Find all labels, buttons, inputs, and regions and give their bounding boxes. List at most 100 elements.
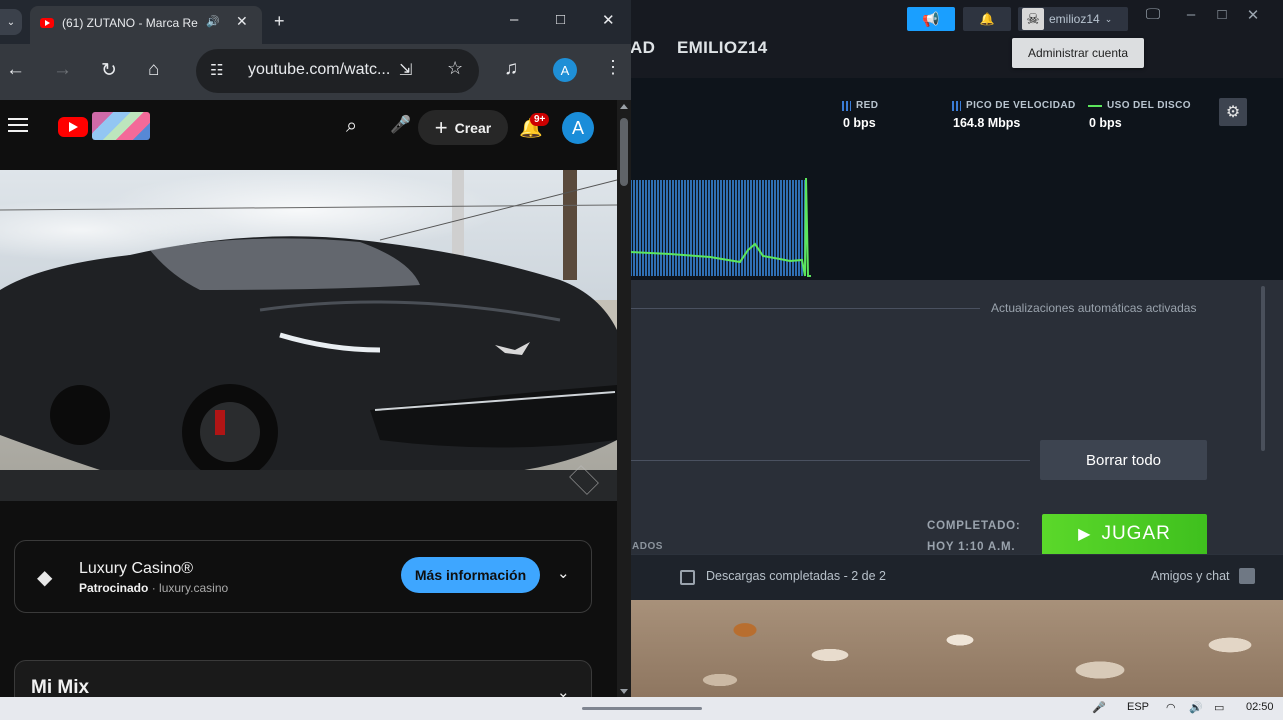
- graph-bar: [795, 180, 797, 276]
- maximize-icon[interactable]: □: [556, 11, 565, 28]
- plus-icon: +: [434, 114, 448, 140]
- more-info-button[interactable]: Más información: [401, 557, 540, 593]
- menu-icon[interactable]: [8, 118, 28, 132]
- chrome-window: ⌄ (61) ZUTANO - Marca Re 🔊 ✕ + – □ ✕ ← →…: [0, 0, 631, 697]
- new-tab-button[interactable]: +: [274, 11, 285, 32]
- maximize-icon[interactable]: □: [1210, 6, 1234, 23]
- mix-title: Mi Mix: [31, 677, 90, 697]
- chevron-down-icon: ⌄: [6, 16, 16, 28]
- graph-bar: [762, 180, 764, 276]
- microphone-icon[interactable]: 🎤: [390, 115, 411, 135]
- scroll-down-arrow-icon[interactable]: [620, 689, 628, 694]
- tab-title: (61) ZUTANO - Marca Re: [62, 16, 198, 30]
- play-button[interactable]: ▶ JUGAR: [1042, 514, 1207, 554]
- clear-all-button[interactable]: Borrar todo: [1040, 440, 1207, 480]
- account-menu-button[interactable]: ☠ emilioz14 ⌄: [1018, 7, 1128, 31]
- audio-playing-icon[interactable]: 🔊: [206, 15, 220, 28]
- download-settings-button[interactable]: ⚙: [1219, 98, 1247, 126]
- scrollbar-thumb[interactable]: [620, 118, 628, 186]
- chevron-down-icon: ⌄: [1104, 13, 1113, 24]
- bookmark-star-icon[interactable]: ☆: [447, 58, 463, 79]
- reload-icon[interactable]: ↻: [101, 59, 117, 82]
- completed-info: COMPLETADO: HOY 1:10 A.M.: [927, 520, 1021, 553]
- graph-bar: [759, 180, 761, 276]
- graph-bar: [723, 180, 725, 276]
- graph-bar: [669, 180, 671, 276]
- steam-title-bar: 📢 🔔 ☠ emilioz14 ⌄ 🖵 – □ ✕: [630, 0, 1283, 36]
- steam-notifications-button[interactable]: 🔔: [963, 7, 1011, 31]
- close-icon[interactable]: ✕: [602, 11, 615, 29]
- graph-bar: [666, 180, 668, 276]
- graph-bar: [690, 180, 692, 276]
- account-name: emilioz14: [1049, 12, 1100, 26]
- nav-item-partial[interactable]: AD: [630, 38, 655, 58]
- video-player[interactable]: [0, 170, 617, 501]
- bar-icon: [842, 100, 851, 111]
- graph-bar: [633, 180, 635, 276]
- minimize-icon[interactable]: –: [1179, 6, 1203, 23]
- nav-item-username[interactable]: EMILIOZ14: [677, 38, 768, 58]
- ad-title[interactable]: Luxury Casino®: [79, 560, 193, 578]
- site-info-icon[interactable]: ☷: [210, 61, 223, 79]
- search-icon[interactable]: ⌕: [346, 115, 357, 138]
- tab-close-icon[interactable]: ✕: [236, 13, 248, 30]
- battery-icon[interactable]: ▭: [1214, 701, 1224, 714]
- graph-bar: [684, 180, 686, 276]
- youtube-doodle-logo[interactable]: [92, 112, 150, 140]
- graph-bar: [774, 180, 776, 276]
- graph-bar: [651, 180, 653, 276]
- play-icon: ▶: [1078, 526, 1092, 543]
- graph-bar: [798, 180, 800, 276]
- graph-bar: [780, 180, 782, 276]
- downloads-status-link[interactable]: Descargas completadas - 2 de 2: [706, 569, 886, 583]
- tab-search-button[interactable]: ⌄: [0, 9, 22, 35]
- graph-bar: [657, 180, 659, 276]
- forward-icon[interactable]: →: [53, 59, 72, 81]
- friends-icon[interactable]: [1239, 568, 1255, 584]
- bell-icon: 🔔: [979, 12, 995, 26]
- chevron-down-icon[interactable]: ⌄: [557, 564, 570, 582]
- announcements-button[interactable]: 📢: [907, 7, 955, 31]
- graph-bar: [729, 180, 731, 276]
- profile-avatar[interactable]: A: [553, 58, 577, 82]
- minimize-icon[interactable]: –: [510, 11, 518, 28]
- graph-bar: [714, 180, 716, 276]
- wifi-icon[interactable]: ◠: [1166, 701, 1176, 714]
- back-icon[interactable]: ←: [6, 59, 25, 81]
- graph-bar: [642, 180, 644, 276]
- friends-chat-link[interactable]: Amigos y chat: [1151, 569, 1230, 583]
- home-icon[interactable]: ⌂: [148, 59, 159, 81]
- sponsored-ad-card[interactable]: ◆ Luxury Casino® Patrocinado · luxury.ca…: [14, 540, 592, 613]
- volume-icon[interactable]: 🔊: [1189, 701, 1203, 714]
- page-scrollbar[interactable]: [617, 100, 631, 697]
- yt-account-avatar[interactable]: A: [562, 112, 594, 144]
- scroll-up-arrow-icon[interactable]: [620, 104, 628, 109]
- notification-count-badge: 9+: [530, 113, 550, 126]
- address-bar[interactable]: ☷ youtube.com/watc... ⇲ ☆: [196, 49, 479, 93]
- install-app-icon[interactable]: ⇲: [399, 60, 412, 80]
- steam-scrollbar[interactable]: [1261, 286, 1265, 451]
- graph-bar: [717, 180, 719, 276]
- megaphone-icon: 📢: [922, 10, 940, 27]
- graph-bar: [672, 180, 674, 276]
- media-controls-icon[interactable]: ♫: [504, 58, 518, 80]
- graph-bar: [777, 180, 779, 276]
- graph-bar: [663, 180, 665, 276]
- downloads-content: Actualizaciones automáticas activadas Bo…: [630, 280, 1283, 554]
- clock[interactable]: 02:50: [1246, 701, 1274, 713]
- create-button[interactable]: + Crear: [418, 110, 508, 145]
- microphone-icon[interactable]: 🎤: [1092, 701, 1106, 714]
- language-indicator[interactable]: ESP: [1127, 701, 1149, 713]
- section-divider: [630, 460, 1030, 461]
- downloads-icon[interactable]: [680, 570, 695, 585]
- taskbar-handle[interactable]: [582, 707, 702, 710]
- close-icon[interactable]: ✕: [1241, 6, 1265, 24]
- more-menu-icon[interactable]: ⋮: [604, 57, 622, 78]
- big-picture-icon[interactable]: 🖵: [1141, 6, 1165, 23]
- browser-tab-active[interactable]: (61) ZUTANO - Marca Re 🔊 ✕: [30, 6, 262, 44]
- mix-playlist-card[interactable]: Mi Mix ⌄: [14, 660, 592, 697]
- youtube-logo-icon[interactable]: [58, 117, 88, 137]
- chevron-down-icon[interactable]: ⌄: [557, 683, 570, 697]
- youtube-page: ⌕ 🎤 + Crear 🔔 9+ A ◆ Luxury Casino® Patr…: [0, 100, 617, 697]
- url-text[interactable]: youtube.com/watc...: [248, 61, 390, 79]
